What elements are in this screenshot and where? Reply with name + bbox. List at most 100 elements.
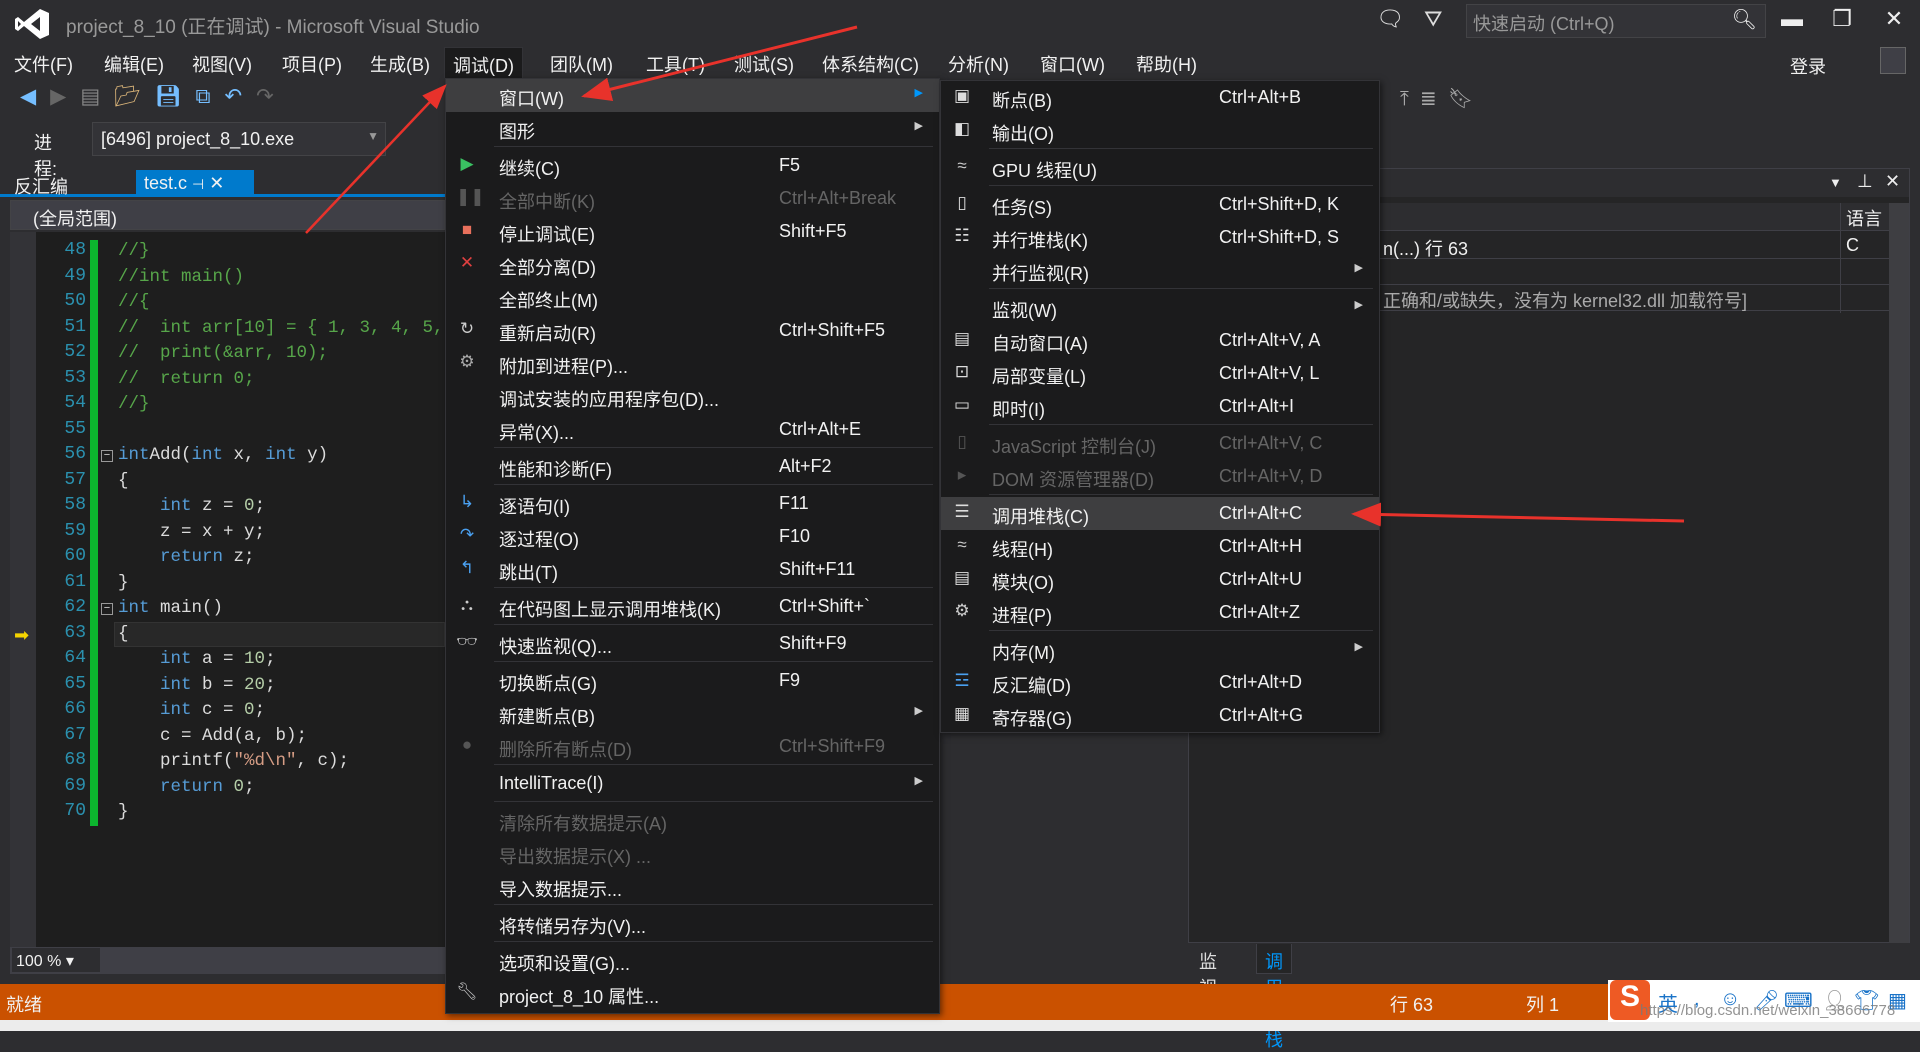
menu-item[interactable]: 内存(M) ▶: [941, 633, 1379, 666]
scope-dropdown[interactable]: (全局范围): [10, 200, 445, 230]
code-line[interactable]: //{: [118, 292, 150, 312]
code-line[interactable]: return 0;: [118, 777, 255, 797]
quick-launch-input[interactable]: 快速启动 (Ctrl+Q) 🔍︎: [1466, 4, 1766, 38]
menu-item[interactable]: ▤ 自动窗口(A) Ctrl+Alt+V, A: [941, 324, 1379, 357]
indent-icon[interactable]: ≣: [1420, 88, 1437, 110]
dropdown-icon[interactable]: ▼: [1829, 175, 1842, 190]
menu-item[interactable]: ▦ 寄存器(G) Ctrl+Alt+G: [941, 699, 1379, 732]
code-editor[interactable]: ➡ 48 //} 49 //int main() 50 //{51 // int arr[1…: [10, 232, 445, 947]
menu-10[interactable]: 分析(N): [948, 51, 1009, 77]
menu-item[interactable]: ≈ GPU 线程(U): [941, 151, 1379, 184]
show-next-statement-icon[interactable]: ⤒: [1400, 88, 1409, 110]
code-line[interactable]: // return 0;: [118, 369, 255, 389]
menu-item[interactable]: ≈ 线程(H) Ctrl+Alt+H: [941, 530, 1379, 563]
code-line[interactable]: //int main(): [118, 267, 244, 287]
menu-item[interactable]: 选项和设置(G)...: [446, 944, 939, 977]
menu-item[interactable]: ☲ 反汇编(D) Ctrl+Alt+D: [941, 666, 1379, 699]
menu-6[interactable]: 团队(M): [550, 51, 613, 77]
close-icon[interactable]: ✕: [209, 173, 224, 193]
menu-item[interactable]: ↰ 跳出(T) Shift+F11: [446, 553, 939, 586]
menu-item[interactable]: ▯ JavaScript 控制台(J) Ctrl+Alt+V, C: [941, 427, 1379, 460]
menu-item[interactable]: 导出数据提示(X) ...: [446, 837, 939, 870]
open-file-icon[interactable]: 📂︎: [114, 85, 141, 108]
menu-item[interactable]: 👓︎ 快速监视(Q)... Shift+F9: [446, 627, 939, 660]
pane-scrollbar[interactable]: [1889, 203, 1909, 943]
menu-item[interactable]: ▣ 断点(B) Ctrl+Alt+B: [941, 81, 1379, 114]
menu-item[interactable]: 导入数据提示...: [446, 870, 939, 903]
login-link[interactable]: 登录: [1790, 53, 1826, 79]
menu-item[interactable]: 异常(X)... Ctrl+Alt+E: [446, 413, 939, 446]
menu-item[interactable]: 全部终止(M): [446, 281, 939, 314]
menu-0[interactable]: 文件(F): [14, 51, 73, 77]
close-icon[interactable]: ✕: [1885, 171, 1900, 192]
menu-item[interactable]: ⚙ 进程(P) Ctrl+Alt+Z: [941, 596, 1379, 629]
save-all-icon[interactable]: ⧉: [196, 85, 211, 108]
menu-item[interactable]: ☰ 调用堆栈(C) Ctrl+Alt+C: [941, 497, 1379, 530]
menu-item[interactable]: 图形 ▶: [446, 112, 939, 145]
menu-item[interactable]: ⛬ 在代码图上显示调用堆栈(K) Ctrl+Shift+`: [446, 590, 939, 623]
code-line[interactable]: int main(): [118, 598, 223, 618]
pin-icon[interactable]: ⊣: [192, 176, 204, 192]
filter-icon[interactable]: ⛛: [1424, 6, 1442, 32]
menu-9[interactable]: 体系结构(C): [822, 51, 919, 77]
collapse-icon[interactable]: −: [101, 603, 113, 615]
zoom-select[interactable]: 100 % ▾: [12, 948, 100, 972]
code-line[interactable]: // print(&arr, 10);: [118, 343, 328, 363]
menu-item[interactable]: 清除所有数据提示(A): [446, 804, 939, 837]
menu-item[interactable]: ✕ 全部分离(D): [446, 248, 939, 281]
code-line[interactable]: {: [118, 624, 129, 644]
menu-item[interactable]: ◧ 输出(O): [941, 114, 1379, 147]
menu-item[interactable]: IntelliTrace(I) ▶: [446, 767, 939, 800]
menu-item[interactable]: ▤ 模块(O) Ctrl+Alt+U: [941, 563, 1379, 596]
column-language[interactable]: 语言: [1846, 205, 1882, 231]
indicator-margin[interactable]: [10, 232, 36, 947]
code-line[interactable]: return z;: [118, 547, 255, 567]
menu-3[interactable]: 项目(P): [282, 51, 342, 77]
code-line[interactable]: {: [118, 471, 129, 491]
menu-item[interactable]: ↷ 逐过程(O) F10: [446, 520, 939, 553]
menu-item[interactable]: ↻ 重新启动(R) Ctrl+Shift+F5: [446, 314, 939, 347]
new-project-icon[interactable]: ▤: [80, 85, 100, 108]
code-line[interactable]: printf("%d\n", c);: [118, 751, 349, 771]
menu-item[interactable]: ↳ 逐语句(I) F11: [446, 487, 939, 520]
tab-test-c[interactable]: test.c ⊣ ✕: [136, 170, 254, 197]
code-line[interactable]: z = x + y;: [118, 522, 265, 542]
menu-1[interactable]: 编辑(E): [104, 51, 164, 77]
minimize-button[interactable]: ▬: [1772, 6, 1812, 32]
menu-item[interactable]: 性能和诊断(F) Alt+F2: [446, 450, 939, 483]
menu-item[interactable]: ⚙ 附加到进程(P)...: [446, 347, 939, 380]
code-line[interactable]: intAdd(int x, int y): [118, 445, 328, 465]
code-line[interactable]: int z = 0;: [118, 496, 265, 516]
menu-item[interactable]: ■ 停止调试(E) Shift+F5: [446, 215, 939, 248]
code-line[interactable]: //}: [118, 394, 150, 414]
code-line[interactable]: // int arr[10] = { 1, 3, 4, 5, 7: [118, 318, 445, 338]
menu-item[interactable]: 🔧︎ project_8_10 属性...: [446, 977, 939, 1010]
pin-icon[interactable]: ⊥: [1857, 171, 1873, 192]
undo-icon[interactable]: ↶: [225, 85, 243, 108]
search-icon[interactable]: 🔍︎: [1732, 7, 1757, 32]
menu-item[interactable]: ▸ DOM 资源管理器(D) Ctrl+Alt+V, D: [941, 460, 1379, 493]
save-icon[interactable]: 💾︎: [155, 85, 182, 108]
code-line[interactable]: c = Add(a, b);: [118, 726, 307, 746]
code-line[interactable]: int c = 0;: [118, 700, 265, 720]
code-line[interactable]: int a = 10;: [118, 649, 276, 669]
menu-12[interactable]: 帮助(H): [1136, 51, 1197, 77]
menu-item[interactable]: 并行监视(R) ▶: [941, 254, 1379, 287]
menu-item[interactable]: ⊡ 局部变量(L) Ctrl+Alt+V, L: [941, 357, 1379, 390]
restore-button[interactable]: ❐: [1822, 6, 1862, 32]
menu-item[interactable]: ● 删除所有断点(D) Ctrl+Shift+F9: [446, 730, 939, 763]
menu-item[interactable]: ▯ 任务(S) Ctrl+Shift+D, K: [941, 188, 1379, 221]
feedback-icon[interactable]: 🗨: [1376, 6, 1404, 32]
menu-item[interactable]: 调试安装的应用程序包(D)...: [446, 380, 939, 413]
code-line[interactable]: }: [118, 573, 129, 593]
tab-watch-2[interactable]: 监视 2: [1191, 944, 1225, 1020]
menu-item[interactable]: ▭ 即时(I) Ctrl+Alt+I: [941, 390, 1379, 423]
menu-item[interactable]: 切换断点(G) F9: [446, 664, 939, 697]
menu-2[interactable]: 视图(V): [192, 51, 252, 77]
code-line[interactable]: int b = 20;: [118, 675, 276, 695]
tab-disassembly[interactable]: 反汇编: [14, 173, 68, 199]
menu-item[interactable]: ☷ 并行堆栈(K) Ctrl+Shift+D, S: [941, 221, 1379, 254]
menu-item[interactable]: 监视(W) ▶: [941, 291, 1379, 324]
bookmark-icon[interactable]: 🔖︎: [1448, 88, 1473, 110]
menu-item[interactable]: 窗口(W) ▶: [446, 79, 939, 112]
